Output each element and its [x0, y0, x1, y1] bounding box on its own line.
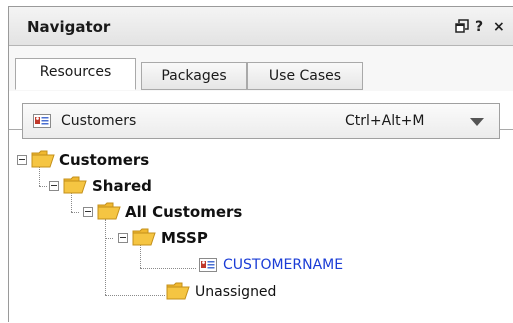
help-icon[interactable]: ?	[475, 19, 487, 35]
folder-icon	[63, 176, 87, 194]
tree-node-label: Unassigned	[195, 284, 277, 300]
collapse-icon[interactable]	[49, 181, 59, 191]
tree-node-customername[interactable]: CUSTOMERNAME	[9, 252, 429, 278]
tree-node-label: Customers	[59, 151, 150, 169]
tree-node-shared[interactable]: Shared	[9, 173, 309, 199]
collapse-icon[interactable]	[118, 233, 128, 243]
tree-node-unassigned[interactable]: Unassigned	[9, 279, 309, 305]
folder-icon	[97, 202, 121, 220]
tree-node-all-customers[interactable]: All Customers	[9, 199, 409, 225]
chevron-down-icon[interactable]	[470, 118, 484, 126]
selector-label: Customers	[61, 113, 137, 129]
navigator-titlebar: Navigator ? ×	[9, 7, 513, 46]
tree-node-label: MSSP	[161, 229, 208, 247]
tab-packages[interactable]: Packages	[141, 62, 247, 90]
tab-resources[interactable]: Resources	[15, 58, 136, 90]
folder-icon	[31, 150, 55, 168]
navigator-panel: Navigator ? × Resources Packages Use Cas…	[8, 6, 513, 322]
tree-node-customers[interactable]: Customers	[9, 147, 309, 173]
tree-node-label: Shared	[92, 177, 152, 195]
tree-node-link[interactable]: CUSTOMERNAME	[223, 256, 343, 274]
panel-title: Navigator	[27, 18, 111, 36]
entity-card-icon	[199, 258, 217, 272]
restore-window-icon[interactable]	[455, 19, 469, 35]
selector-shortcut: Ctrl+Alt+M	[345, 113, 425, 129]
folder-icon	[166, 282, 190, 300]
collapse-icon[interactable]	[83, 207, 93, 217]
collapse-icon[interactable]	[17, 155, 27, 165]
resource-tree: Customers Shared All Customers MSSP CUST…	[9, 147, 513, 323]
resource-type-selector[interactable]: Customers Ctrl+Alt+M	[22, 103, 500, 139]
tab-strip: Resources Packages Use Cases	[9, 46, 513, 130]
tab-use-cases[interactable]: Use Cases	[247, 62, 363, 90]
tree-node-mssp[interactable]: MSSP	[9, 225, 309, 251]
entity-card-icon	[33, 114, 51, 128]
tree-node-label: All Customers	[125, 203, 243, 221]
close-icon[interactable]: ×	[493, 19, 507, 35]
folder-icon	[132, 228, 156, 246]
